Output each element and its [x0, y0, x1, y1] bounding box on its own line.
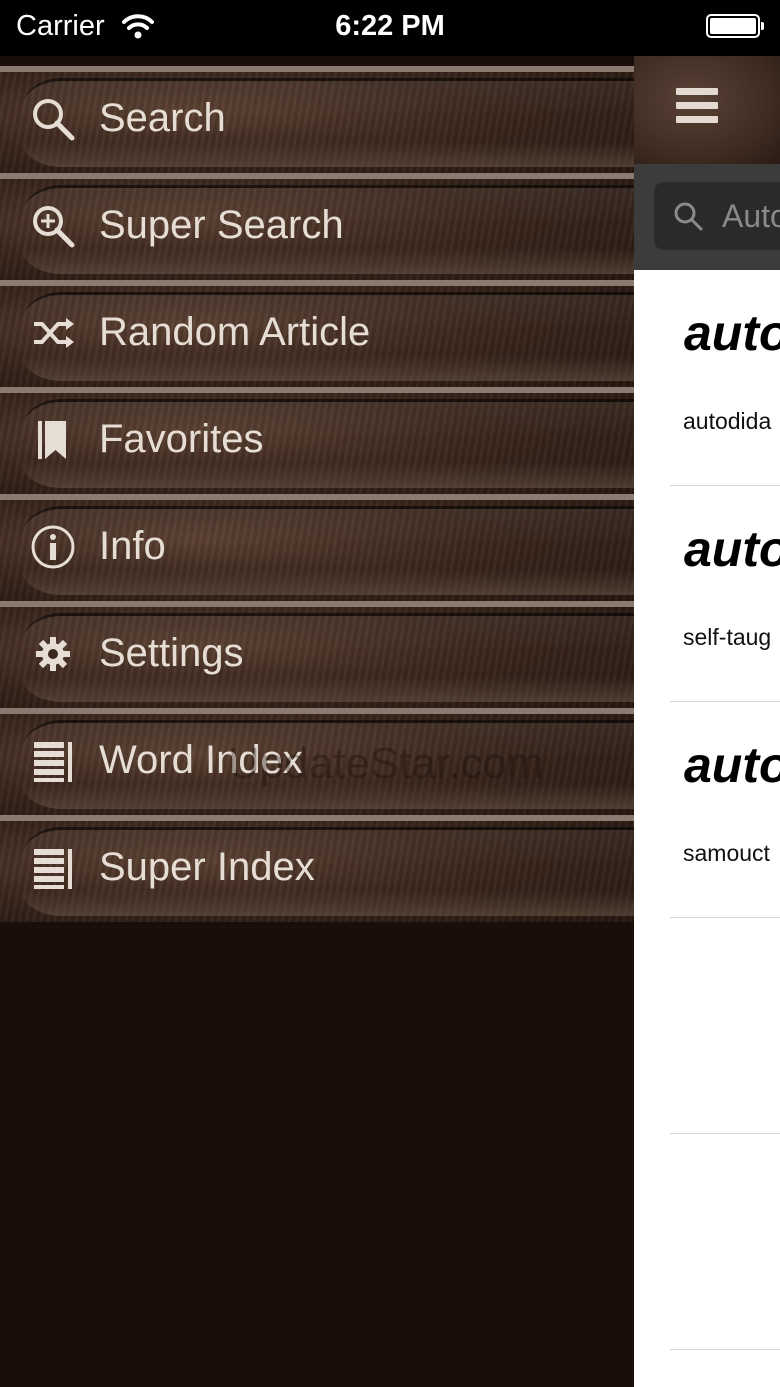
search-input[interactable]: [722, 194, 780, 238]
menu-item-super-search[interactable]: Super Search: [0, 173, 634, 280]
status-bar: Carrier 6:22 PM: [0, 0, 780, 56]
main-panel: auto autodida auto self-taug auto samouc…: [634, 56, 780, 1387]
info-icon: [28, 522, 78, 572]
hamburger-menu-icon[interactable]: [676, 88, 718, 124]
menu-item-label: Super Index: [99, 845, 315, 889]
result-word: auto: [684, 737, 780, 793]
result-word: auto: [684, 305, 780, 361]
menu-item-word-index[interactable]: Word Index: [0, 708, 634, 815]
menu-item-label: Random Article: [99, 310, 371, 354]
side-menu: Search Super Search Random Article Favor…: [0, 66, 634, 1387]
zoom-in-icon: [28, 201, 78, 251]
list-item[interactable]: [670, 918, 780, 1134]
menu-item-settings[interactable]: Settings: [0, 601, 634, 708]
menu-item-label: Settings: [99, 631, 244, 675]
list-item[interactable]: auto samouct: [670, 702, 780, 918]
result-word: auto: [684, 521, 780, 577]
results-list: auto autodida auto self-taug auto samouc…: [634, 270, 780, 1350]
menu-item-label: Favorites: [99, 417, 264, 461]
result-definition: samouct: [683, 840, 770, 866]
menu-item-label: Super Search: [99, 203, 344, 247]
battery-icon: [706, 14, 764, 38]
search-field[interactable]: [654, 182, 780, 250]
menu-item-label: Word Index: [99, 738, 303, 782]
bookmark-icon: [28, 415, 78, 465]
result-definition: self-taug: [683, 624, 772, 650]
menu-item-super-index[interactable]: Super Index: [0, 815, 634, 922]
list-item[interactable]: auto autodida: [670, 270, 780, 486]
menu-item-random-article[interactable]: Random Article: [0, 280, 634, 387]
menu-item-label: Search: [99, 96, 226, 140]
search-bar: [634, 164, 780, 270]
menu-item-label: Info: [99, 524, 166, 568]
list-icon: [28, 843, 78, 893]
search-icon: [672, 200, 704, 232]
status-time: 6:22 PM: [335, 10, 445, 42]
search-icon: [28, 94, 78, 144]
menu-item-search[interactable]: Search: [0, 66, 634, 173]
menu-item-favorites[interactable]: Favorites: [0, 387, 634, 494]
list-item[interactable]: [670, 1134, 780, 1350]
result-definition: autodida: [683, 408, 772, 434]
shuffle-icon: [28, 308, 78, 358]
menu-item-info[interactable]: Info: [0, 494, 634, 601]
nav-bar: [634, 56, 780, 164]
gear-icon: [28, 629, 78, 679]
list-icon: [28, 736, 78, 786]
list-item[interactable]: auto self-taug: [670, 486, 780, 702]
